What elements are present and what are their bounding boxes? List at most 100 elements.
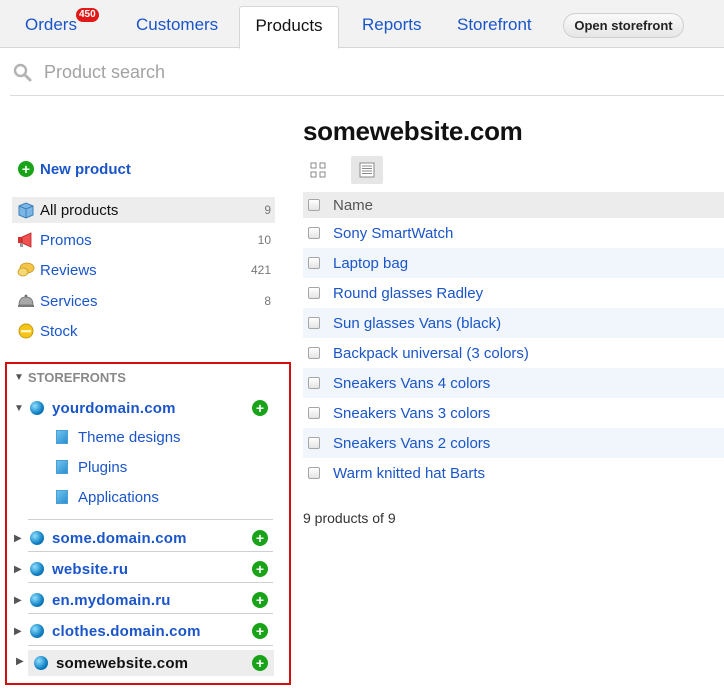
product-link[interactable]: Warm knitted hat Barts xyxy=(333,465,485,482)
storefront-label: en.mydomain.ru xyxy=(52,591,171,609)
orders-count-badge: 450 xyxy=(76,8,99,22)
box-icon xyxy=(18,202,34,219)
table-row: Laptop bag xyxy=(303,248,724,278)
divider xyxy=(28,645,273,646)
page-icon xyxy=(56,460,68,474)
storefront-label: clothes.domain.com xyxy=(52,622,201,640)
sidebar-item-reviews[interactable]: Reviews 421 xyxy=(12,257,275,283)
product-link[interactable]: Sony SmartWatch xyxy=(333,225,453,242)
grid-icon xyxy=(310,162,326,178)
add-icon[interactable]: + xyxy=(252,655,268,671)
product-link[interactable]: Sun glasses Vans (black) xyxy=(333,315,501,332)
storefront-clothes-domain[interactable]: ▶ clothes.domain.com + xyxy=(14,618,274,644)
search-icon xyxy=(13,63,32,82)
row-checkbox[interactable] xyxy=(308,317,320,329)
sidebar-item-services[interactable]: Services 8 xyxy=(12,288,275,314)
storefront-yourdomain[interactable]: ▼ yourdomain.com + xyxy=(14,395,274,421)
divider xyxy=(28,519,273,520)
storefront-label: yourdomain.com xyxy=(52,399,176,417)
expand-triangle-icon[interactable]: ▶ xyxy=(14,564,26,575)
storefront-en-mydomain[interactable]: ▶ en.mydomain.ru + xyxy=(14,587,274,613)
product-link[interactable]: Sneakers Vans 2 colors xyxy=(333,435,490,452)
tab-reports[interactable]: Reports xyxy=(362,0,422,48)
storefront-sub-theme-designs[interactable]: Theme designs xyxy=(56,426,181,448)
expand-triangle-icon[interactable]: ▶ xyxy=(14,626,26,637)
tab-orders[interactable]: Orders xyxy=(25,0,77,48)
tab-storefront-label: Storefront xyxy=(457,15,532,34)
product-link[interactable]: Round glasses Radley xyxy=(333,285,483,302)
select-all-checkbox[interactable] xyxy=(308,199,320,211)
page-icon xyxy=(56,490,68,504)
storefronts-heading[interactable]: ▼ STOREFRONTS xyxy=(14,370,126,385)
new-product-button[interactable]: + New product xyxy=(18,158,131,180)
product-link[interactable]: Laptop bag xyxy=(333,255,408,272)
sidebar-item-all-products[interactable]: All products 9 xyxy=(12,197,275,223)
table-row: Backpack universal (3 colors) xyxy=(303,338,724,368)
expand-triangle-icon[interactable]: ▶ xyxy=(14,533,26,544)
collapse-triangle-icon[interactable]: ▼ xyxy=(14,403,26,414)
list-icon xyxy=(359,162,375,178)
sidebar-item-label: Reviews xyxy=(40,261,97,279)
storefront-some-domain[interactable]: ▶ some.domain.com + xyxy=(14,525,274,551)
divider xyxy=(28,613,273,614)
sidebar-item-stock[interactable]: Stock xyxy=(12,318,275,344)
sub-item-label: Plugins xyxy=(78,458,128,476)
table-row: Sneakers Vans 4 colors xyxy=(303,368,724,398)
expand-triangle-icon[interactable]: ▶ xyxy=(16,656,24,667)
row-checkbox[interactable] xyxy=(308,287,320,299)
storefront-sub-applications[interactable]: Applications xyxy=(56,486,159,508)
product-search-bar xyxy=(10,50,724,96)
storefront-website-ru[interactable]: ▶ website.ru + xyxy=(14,556,274,582)
sidebar-item-promos[interactable]: Promos 10 xyxy=(12,227,275,253)
tab-reports-label: Reports xyxy=(362,15,422,34)
search-input[interactable] xyxy=(44,60,644,84)
row-checkbox[interactable] xyxy=(308,407,320,419)
add-icon[interactable]: + xyxy=(252,592,268,608)
reviews-icon xyxy=(17,262,35,277)
sidebar-item-label: Stock xyxy=(40,322,78,340)
add-icon[interactable]: + xyxy=(252,561,268,577)
tab-customers[interactable]: Customers xyxy=(136,0,218,48)
globe-icon xyxy=(30,531,44,545)
thumbnail-view-button[interactable] xyxy=(302,156,334,184)
table-row: Sneakers Vans 2 colors xyxy=(303,428,724,458)
row-checkbox[interactable] xyxy=(308,347,320,359)
globe-icon xyxy=(34,656,48,670)
tab-storefront[interactable]: Storefront xyxy=(457,0,532,48)
row-checkbox[interactable] xyxy=(308,467,320,479)
product-link[interactable]: Backpack universal (3 colors) xyxy=(333,345,529,362)
add-icon[interactable]: + xyxy=(252,530,268,546)
storefront-label: somewebsite.com xyxy=(56,654,189,672)
sidebar-item-label: Promos xyxy=(40,231,92,249)
row-checkbox[interactable] xyxy=(308,437,320,449)
table-view-button[interactable] xyxy=(351,156,383,184)
new-product-label: New product xyxy=(40,160,131,178)
product-link[interactable]: Sneakers Vans 4 colors xyxy=(333,375,490,392)
product-link[interactable]: Sneakers Vans 3 colors xyxy=(333,405,490,422)
add-icon[interactable]: + xyxy=(252,400,268,416)
column-header-name[interactable]: Name xyxy=(333,197,373,214)
top-navigation: Orders 450 Customers Products Reports St… xyxy=(0,0,724,49)
table-row: Sony SmartWatch xyxy=(303,218,724,248)
add-icon: + xyxy=(18,161,34,177)
sidebar-item-count: 8 xyxy=(264,294,271,308)
expand-triangle-icon[interactable]: ▶ xyxy=(14,595,26,606)
storefronts-heading-label: STOREFRONTS xyxy=(27,370,126,385)
sub-item-label: Applications xyxy=(78,488,159,506)
sidebar-item-count: 421 xyxy=(250,263,271,277)
divider xyxy=(28,582,273,583)
storefront-somewebsite[interactable]: somewebsite.com + xyxy=(28,650,274,676)
open-storefront-button[interactable]: Open storefront xyxy=(563,13,684,38)
globe-icon xyxy=(30,593,44,607)
stock-icon xyxy=(18,323,34,339)
globe-icon xyxy=(30,401,44,415)
row-checkbox[interactable] xyxy=(308,227,320,239)
tab-products-label: Products xyxy=(255,16,323,35)
tab-products[interactable]: Products xyxy=(239,6,339,49)
row-checkbox[interactable] xyxy=(308,377,320,389)
add-icon[interactable]: + xyxy=(252,623,268,639)
row-checkbox[interactable] xyxy=(308,257,320,269)
table-header: Name xyxy=(303,192,724,218)
table-row: Sneakers Vans 3 colors xyxy=(303,398,724,428)
storefront-sub-plugins[interactable]: Plugins xyxy=(56,456,127,478)
